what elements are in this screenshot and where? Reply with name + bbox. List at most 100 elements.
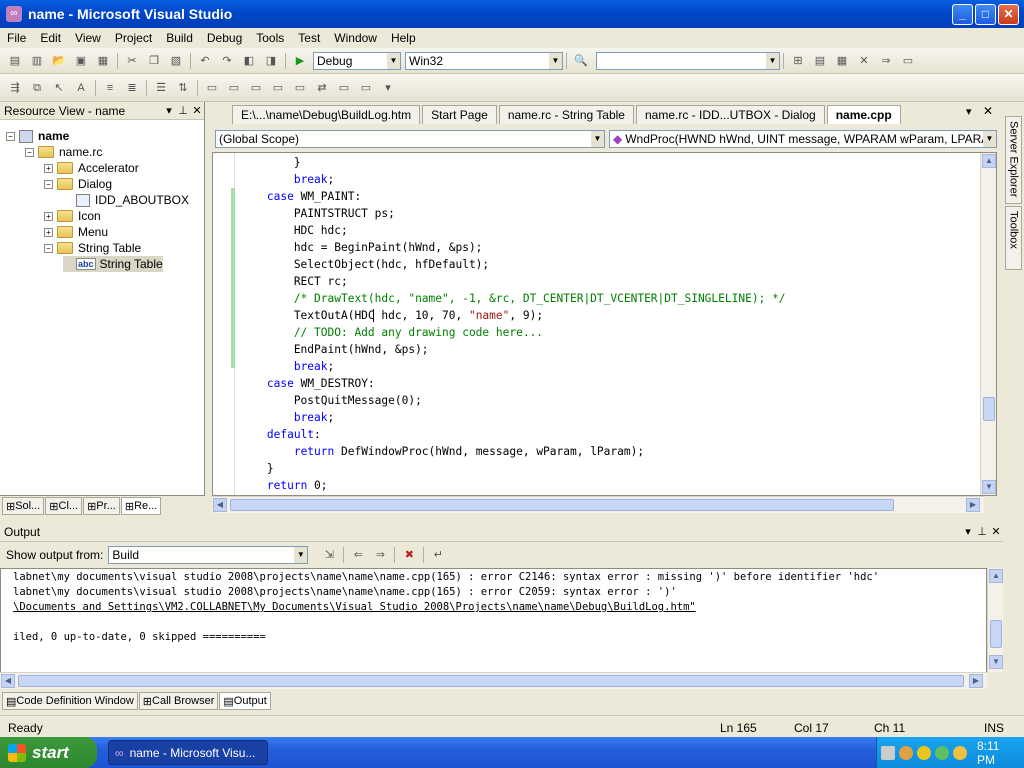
output-vertical-scrollbar[interactable]: ▲ ▼ — [987, 568, 1003, 672]
tab-string-table[interactable]: name.rc - String Table — [498, 105, 634, 124]
menu-window[interactable]: Window — [327, 31, 384, 45]
properties-icon[interactable]: ▤ — [811, 53, 829, 69]
navigate-forward-icon[interactable]: ◨ — [262, 53, 280, 69]
solution-explorer-icon[interactable]: ⊞ — [789, 53, 807, 69]
tab-call-browser[interactable]: ⊞ Call Browser — [138, 692, 219, 710]
toggle-word-wrap-icon[interactable]: ↵ — [429, 547, 447, 563]
scroll-thumb[interactable] — [990, 620, 1002, 648]
font-icon[interactable]: A — [72, 80, 90, 96]
dropdown-icon[interactable]: ▾ — [961, 525, 975, 538]
align-right-icon[interactable]: ≣ — [123, 80, 141, 96]
tab-resource-view[interactable]: ⊞ Re... — [120, 497, 162, 515]
expand-icon[interactable]: + — [44, 227, 53, 237]
picture-control-icon[interactable]: ▭ — [357, 80, 375, 96]
pointer-icon[interactable]: ↖ — [50, 80, 68, 96]
minimize-button[interactable]: _ — [952, 3, 973, 25]
copy-icon[interactable]: ❐ — [145, 53, 163, 69]
combo-control-icon[interactable]: ▭ — [269, 80, 287, 96]
close-document-icon[interactable]: ✕ — [983, 104, 993, 118]
pin-icon[interactable]: ⊥ — [975, 525, 989, 538]
align-center-icon[interactable]: ☰ — [152, 80, 170, 96]
tab-dialog[interactable]: name.rc - IDD...UTBOX - Dialog — [635, 105, 825, 124]
add-item-icon[interactable]: ▥ — [28, 53, 46, 69]
taskbar-item-visual-studio[interactable]: ∞ name - Microsoft Visu... — [108, 740, 268, 765]
menu-tools[interactable]: Tools — [249, 31, 291, 45]
collapse-icon[interactable]: − — [44, 179, 53, 189]
expand-icon[interactable]: + — [44, 163, 53, 173]
tab-toolbox[interactable]: Toolbox — [1005, 206, 1022, 270]
scroll-thumb[interactable] — [230, 499, 894, 511]
tree-item[interactable]: − name — [6, 128, 69, 144]
dropdown-icon[interactable]: ▾ — [162, 104, 176, 117]
scroll-down-icon[interactable]: ▼ — [989, 655, 1003, 669]
expand-icon[interactable]: + — [44, 211, 53, 221]
toolbox-icon[interactable]: ✕ — [855, 53, 873, 69]
tab-name-cpp[interactable]: name.cpp — [826, 105, 901, 124]
keyboard-icon[interactable] — [881, 745, 895, 760]
find-combo[interactable]: ▼ — [596, 51, 780, 70]
tree-item[interactable]: + Menu — [44, 224, 108, 240]
scroll-down-icon[interactable]: ▼ — [982, 480, 996, 494]
update-icon[interactable] — [935, 745, 949, 760]
solution-config-select[interactable]: Debug ▼ — [313, 51, 401, 70]
test-dialog-icon[interactable]: ⧉ — [28, 80, 46, 96]
tree-item[interactable]: − Dialog — [44, 176, 112, 192]
scroll-right-icon[interactable]: ▶ — [969, 674, 983, 688]
open-file-icon[interactable]: 📂 — [50, 53, 68, 69]
tab-class-view[interactable]: ⊞ Cl... — [45, 497, 83, 515]
scroll-up-icon[interactable]: ▲ — [989, 569, 1003, 583]
find-message-icon[interactable]: ⇲ — [320, 547, 338, 563]
tab-output[interactable]: ▤ Output — [219, 692, 271, 710]
tree-item[interactable]: IDD_ABOUTBOX — [63, 192, 189, 208]
pin-icon[interactable]: ⊥ — [176, 104, 190, 117]
object-browser-icon[interactable]: ▦ — [833, 53, 851, 69]
search-icon[interactable] — [953, 745, 967, 760]
output-horizontal-scrollbar[interactable]: ◀ ▶ — [0, 672, 987, 689]
tab-buildlog[interactable]: E:\...\name\Debug\BuildLog.htm — [232, 105, 421, 124]
tab-solution-explorer[interactable]: ⊞ Sol... — [2, 497, 45, 515]
scroll-right-icon[interactable]: ▶ — [966, 498, 980, 512]
menu-file[interactable]: File — [0, 31, 33, 45]
tree-item[interactable]: + Accelerator — [44, 160, 139, 176]
align-left-icon[interactable]: ≡ — [101, 80, 119, 96]
collapse-icon[interactable]: − — [6, 131, 15, 141]
tab-list-icon[interactable]: ▾ — [966, 105, 972, 118]
member-select[interactable]: ◆ WndProc(HWND hWnd, UINT message, WPARAM… — [609, 130, 997, 148]
edit-control-icon[interactable]: ▭ — [225, 80, 243, 96]
code-editor[interactable]: } break; case WM_PAINT: PAINTSTRUCT ps; … — [212, 152, 997, 496]
redo-icon[interactable]: ↷ — [218, 53, 236, 69]
close-icon[interactable]: ✕ — [989, 525, 1003, 538]
tree-item[interactable]: − String Table — [44, 240, 141, 256]
save-all-icon[interactable]: ▦ — [94, 53, 112, 69]
tree-item[interactable]: + Icon — [44, 208, 101, 224]
editor-horizontal-scrollbar[interactable]: ◀ ▶ — [212, 496, 984, 513]
tab-server-explorer[interactable]: Server Explorer — [1005, 116, 1022, 204]
menu-debug[interactable]: Debug — [200, 31, 249, 45]
close-icon[interactable]: ✕ — [190, 104, 204, 117]
next-message-icon[interactable]: ⇒ — [371, 547, 389, 563]
collapse-icon[interactable]: − — [44, 243, 53, 253]
close-button[interactable]: ✕ — [998, 3, 1019, 25]
make-same-size-icon[interactable]: ⇅ — [174, 80, 192, 96]
start-button[interactable]: start — [0, 737, 97, 768]
menu-test[interactable]: Test — [291, 31, 327, 45]
command-window-icon[interactable]: ▭ — [899, 53, 917, 69]
collapse-icon[interactable]: − — [25, 147, 34, 157]
scroll-up-icon[interactable]: ▲ — [982, 154, 996, 168]
scroll-left-icon[interactable]: ◀ — [213, 498, 227, 512]
tab-start-page[interactable]: Start Page — [422, 105, 497, 124]
previous-message-icon[interactable]: ⇐ — [349, 547, 367, 563]
cut-icon[interactable]: ✂ — [123, 53, 141, 69]
spin-control-icon[interactable]: ⇄ — [313, 80, 331, 96]
scope-select[interactable]: (Global Scope) ▼ — [215, 130, 605, 148]
find-in-files-icon[interactable]: 🔍 — [572, 53, 590, 69]
new-project-icon[interactable]: ▤ — [6, 53, 24, 69]
save-icon[interactable]: ▣ — [72, 53, 90, 69]
scroll-thumb[interactable] — [18, 675, 964, 687]
tab-property-manager[interactable]: ⊞ Pr... — [83, 497, 120, 515]
undo-icon[interactable]: ↶ — [196, 53, 214, 69]
solution-platform-select[interactable]: Win32 ▼ — [405, 51, 563, 70]
output-line-link[interactable]: \Documents and Settings\VM2.COLLABNET\My… — [13, 601, 696, 613]
paste-icon[interactable]: ▧ — [167, 53, 185, 69]
tree-item[interactable]: − name.rc — [25, 144, 102, 160]
